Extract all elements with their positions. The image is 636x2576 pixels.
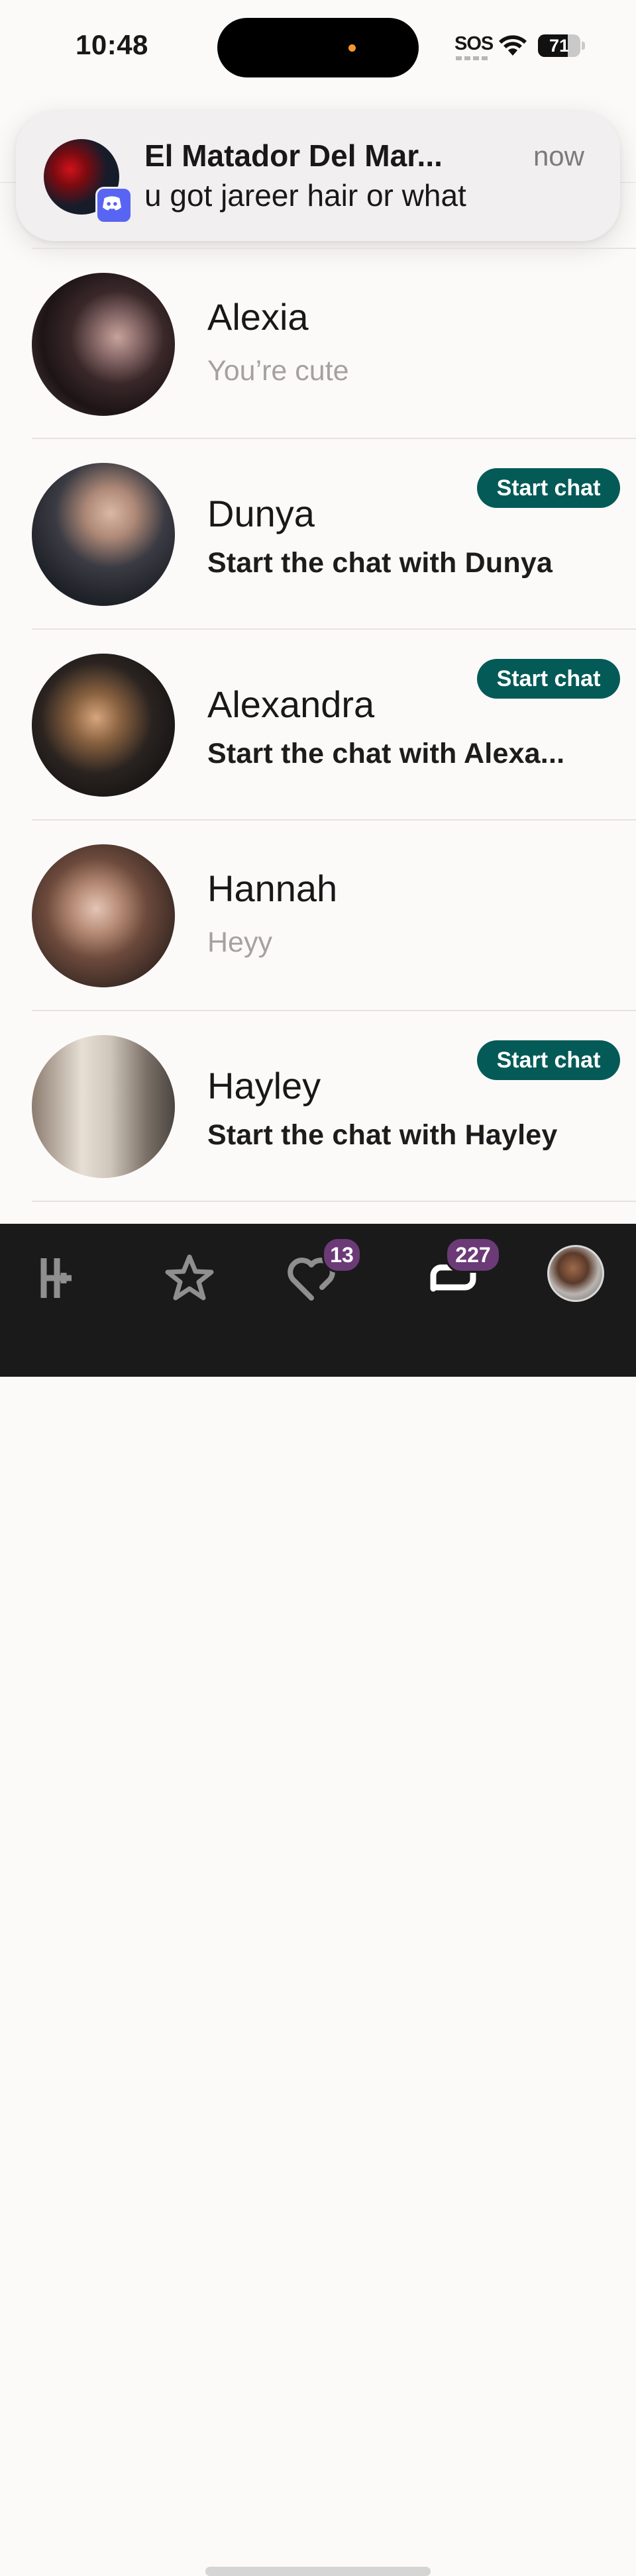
conversation-row-hannah[interactable]: Hannah Heyy <box>0 820 636 1011</box>
dynamic-island <box>217 18 419 77</box>
profile-avatar <box>547 1245 604 1302</box>
signal-dots-icon <box>456 56 488 60</box>
tab-matches[interactable]: 227 <box>407 1224 501 1323</box>
start-chat-button[interactable]: Start chat <box>477 468 620 508</box>
likes-count-badge: 13 <box>322 1237 362 1273</box>
avatar <box>32 844 175 987</box>
avatar <box>32 1035 175 1178</box>
tab-standouts[interactable] <box>143 1224 236 1323</box>
battery-icon: 71 <box>538 34 580 57</box>
battery-cap <box>582 42 585 50</box>
notification-message: u got jareer hair or what <box>144 178 466 213</box>
tab-discover[interactable] <box>15 1224 107 1323</box>
discord-notification-banner[interactable]: El Matador Del Mar... now u got jareer h… <box>16 111 620 241</box>
match-name: Alexia <box>207 296 309 338</box>
conversation-row-dunya[interactable]: Start chat Dunya Start the chat with Dun… <box>0 439 636 630</box>
match-name: Alexandra <box>207 683 375 725</box>
home-indicator <box>205 2567 431 2576</box>
conversation-row-alexandra[interactable]: Start chat Alexandra Start the chat with… <box>0 630 636 820</box>
avatar <box>32 654 175 797</box>
tab-likes[interactable]: 13 <box>265 1224 362 1323</box>
sos-indicator: SOS <box>454 33 494 54</box>
matches-count-badge: 227 <box>445 1237 501 1273</box>
match-name: Hayley <box>207 1065 321 1107</box>
start-chat-button[interactable]: Start chat <box>477 659 620 699</box>
list-divider <box>32 1201 636 1202</box>
discord-icon <box>95 187 132 224</box>
chat-prompt: Start the chat with Dunya <box>207 547 553 579</box>
last-message: You’re cute <box>207 355 349 387</box>
conversation-row-hayley[interactable]: Start chat Hayley Start the chat with Ha… <box>0 1011 636 1202</box>
tab-bar: 13 227 <box>0 1224 636 2576</box>
start-chat-button[interactable]: Start chat <box>477 1040 620 1080</box>
status-bar: 10:48 SOS 71 <box>0 0 636 93</box>
notification-time: now <box>533 140 584 172</box>
hinge-logo-icon <box>40 1258 72 1298</box>
conversation-row-alexia[interactable]: Alexia You’re cute <box>0 249 636 440</box>
match-name: Dunya <box>207 493 315 534</box>
star-icon <box>165 1254 214 1301</box>
status-time: 10:48 <box>76 29 148 60</box>
notification-title: El Matador Del Mar... <box>144 138 443 173</box>
match-name: Hannah <box>207 867 338 909</box>
chat-prompt: Start the chat with Hayley <box>207 1119 558 1151</box>
wifi-icon <box>499 35 527 56</box>
tab-profile[interactable] <box>519 1224 612 1323</box>
privacy-indicator-dot <box>348 44 356 52</box>
battery-percentage: 71 <box>549 36 570 56</box>
avatar <box>32 463 175 606</box>
last-message: Heyy <box>207 926 272 958</box>
chat-prompt: Start the chat with Alexa... <box>207 738 565 769</box>
avatar <box>32 273 175 416</box>
